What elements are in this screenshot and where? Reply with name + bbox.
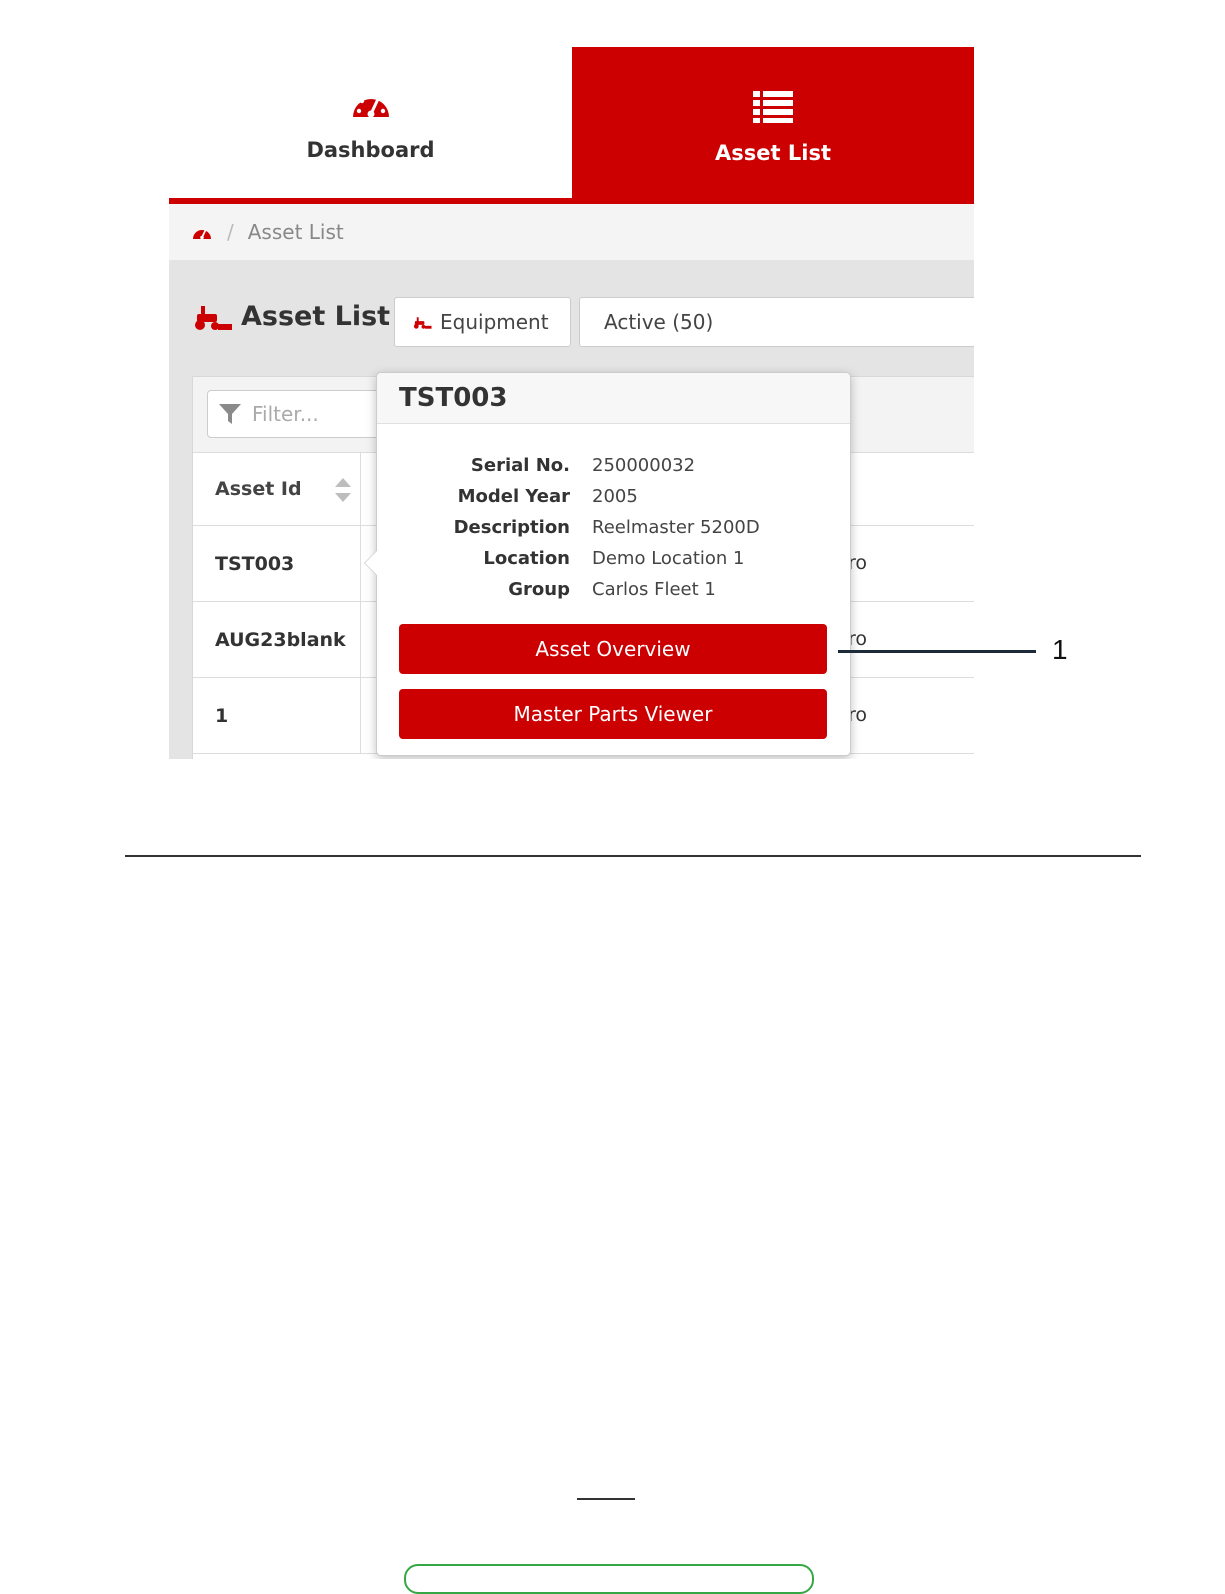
cell-asset-id[interactable]: 1 (193, 678, 361, 753)
master-parts-viewer-button[interactable]: Master Parts Viewer (399, 689, 827, 739)
column-asset-id-label: Asset Id (215, 478, 302, 500)
filter-placeholder: Filter... (252, 402, 319, 426)
asset-overview-button[interactable]: Asset Overview (399, 624, 827, 674)
status-select[interactable]: Active (50) (579, 297, 974, 347)
list-icon (752, 87, 794, 127)
horizontal-rule (125, 855, 1141, 857)
speedometer-icon (350, 84, 392, 124)
field-serial-no: Serial No. 250000032 (377, 455, 850, 486)
sort-icon[interactable] (334, 477, 352, 508)
field-value: 250000032 (592, 455, 696, 476)
field-label: Model Year (457, 486, 570, 507)
breadcrumb-home-icon[interactable] (191, 224, 213, 241)
field-description: Description Reelmaster 5200D (377, 517, 850, 548)
page-title: Asset List (191, 301, 390, 332)
field-label: Location (483, 548, 570, 569)
field-value: Carlos Fleet 1 (592, 579, 716, 600)
equipment-button[interactable]: Equipment (394, 297, 571, 347)
funnel-icon (218, 402, 242, 426)
tab-asset-list[interactable]: Asset List (572, 47, 974, 204)
tab-asset-list-label: Asset List (715, 140, 831, 165)
breadcrumb-separator: / (227, 220, 234, 244)
cell-asset-id[interactable]: AUG23blank (193, 602, 361, 677)
field-model-year: Model Year 2005 (377, 486, 850, 517)
field-group: Group Carlos Fleet 1 (377, 579, 850, 610)
mower-icon (191, 302, 233, 332)
page-number-line (577, 1498, 635, 1500)
green-outline-shape (404, 1564, 814, 1594)
tab-dashboard-label: Dashboard (306, 137, 435, 162)
breadcrumb: / Asset List (169, 204, 974, 260)
asset-popover: TST003 Serial No. 250000032 Model Year 2… (364, 372, 851, 756)
field-location: Location Demo Location 1 (377, 548, 850, 579)
filter-input[interactable]: Filter... (207, 390, 387, 438)
callout-number: 1 (1052, 634, 1068, 665)
callout-line (838, 650, 1036, 653)
breadcrumb-current: Asset List (247, 220, 344, 244)
mower-small-icon (412, 315, 432, 330)
main-nav: Dashboard Asset List (169, 47, 974, 204)
cell-asset-id[interactable]: TST003 (193, 526, 361, 601)
field-label: Description (453, 517, 570, 538)
field-label: Group (508, 579, 570, 600)
popover-title: TST003 (377, 373, 850, 424)
page-title-text: Asset List (241, 301, 391, 332)
field-value: Reelmaster 5200D (592, 517, 760, 538)
popover-arrow (365, 551, 377, 575)
column-asset-id[interactable]: Asset Id (193, 453, 361, 525)
field-value: 2005 (592, 486, 638, 507)
status-select-value: Active (50) (604, 310, 714, 334)
equipment-button-label: Equipment (440, 310, 549, 334)
tab-dashboard[interactable]: Dashboard (169, 47, 572, 204)
field-value: Demo Location 1 (592, 548, 745, 569)
field-label: Serial No. (470, 455, 570, 476)
